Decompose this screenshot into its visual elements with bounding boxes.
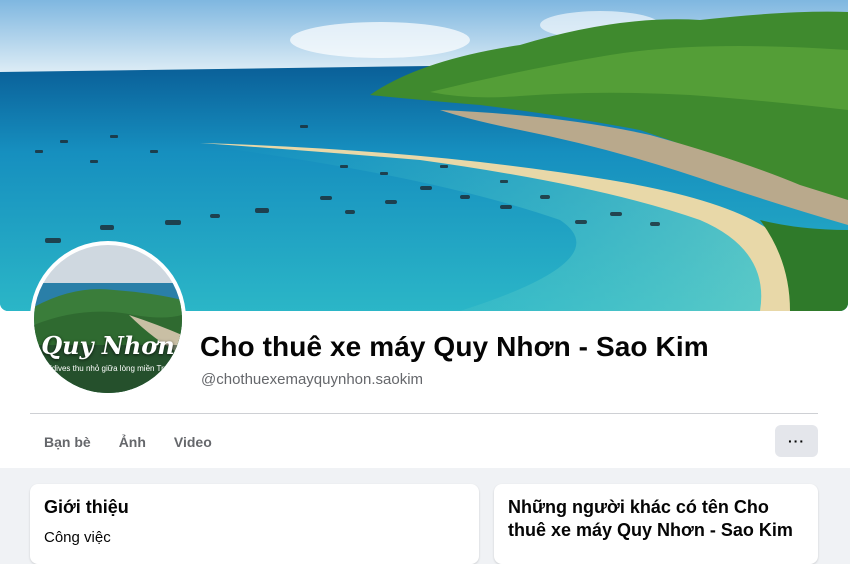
profile-avatar[interactable]: Quy Nhơn Maldives thu nhỏ giữa lòng miền…: [30, 241, 186, 397]
profile-tabs: Bạn bè Ảnh Video: [30, 418, 226, 468]
avatar-title: Quy Nhơn: [41, 331, 175, 360]
avatar-image: Quy Nhơn Maldives thu nhỏ giữa lòng miền…: [34, 245, 182, 393]
page-title: Cho thuê xe máy Quy Nhơn - Sao Kim: [200, 331, 709, 362]
similar-pages-title: Những người khác có tên Cho thuê xe máy …: [508, 497, 793, 540]
more-horizontal-icon: ···: [788, 433, 805, 449]
tab-videos[interactable]: Video: [160, 418, 226, 466]
similar-pages-card: Những người khác có tên Cho thuê xe máy …: [494, 484, 818, 564]
avatar-subtitle: Maldives thu nhỏ giữa lòng miền Trung: [38, 364, 178, 373]
header-divider: [30, 413, 818, 414]
profile-header: Quy Nhơn Maldives thu nhỏ giữa lòng miền…: [0, 0, 850, 468]
tab-photos[interactable]: Ảnh: [105, 418, 160, 466]
intro-title: Giới thiệu: [44, 497, 129, 517]
tab-friends[interactable]: Bạn bè: [30, 418, 105, 466]
page-username: @chothuexemayquynhon.saokim: [201, 371, 424, 388]
more-options-button[interactable]: ···: [775, 425, 818, 457]
intro-work-label: Công việc: [44, 529, 111, 546]
intro-card: Giới thiệu Công việc: [30, 484, 479, 564]
